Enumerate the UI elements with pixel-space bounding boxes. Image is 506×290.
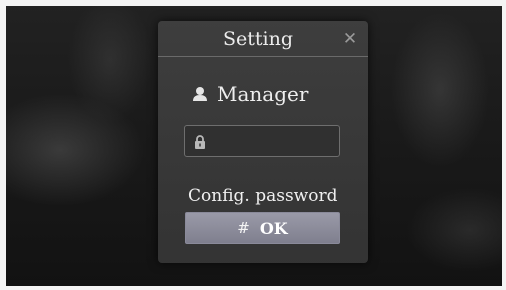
screen-border-top — [0, 0, 506, 6]
password-input[interactable] — [215, 130, 333, 152]
user-name: Manager — [217, 82, 309, 106]
screen-border-left — [0, 0, 6, 290]
user-icon — [193, 87, 207, 101]
password-field[interactable] — [184, 125, 340, 157]
screen-border-right — [502, 0, 506, 290]
ok-button[interactable]: # OK — [185, 212, 340, 244]
hash-icon: # — [237, 219, 250, 237]
setting-dialog: Setting ✕ Manager Config. password # OK — [158, 21, 368, 263]
dialog-title: Setting — [222, 28, 293, 50]
dialog-header: Setting ✕ — [158, 21, 368, 57]
config-password-link[interactable]: Config. password — [188, 185, 337, 207]
ok-button-label: OK — [259, 218, 288, 238]
user-row: Manager — [192, 81, 308, 107]
close-icon: ✕ — [342, 29, 358, 49]
screen-border-bottom — [0, 286, 506, 290]
lock-icon — [195, 135, 205, 149]
close-button[interactable]: ✕ — [340, 29, 360, 49]
